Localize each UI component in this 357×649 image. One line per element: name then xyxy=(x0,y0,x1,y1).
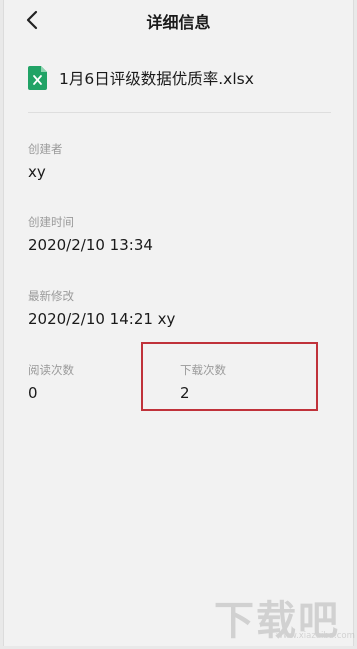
detail-page: 详细信息 1月6日评级数据优质率.xlsx 创建者 xy 创建时间 2020/2… xyxy=(3,0,354,646)
divider xyxy=(28,112,331,113)
page-title: 详细信息 xyxy=(146,13,211,32)
created-time-label: 创建时间 xyxy=(28,215,74,229)
creator-label: 创建者 xyxy=(28,142,63,156)
file-name: 1月6日评级数据优质率.xlsx xyxy=(59,70,254,88)
watermark-url: www.xiazaiba.com xyxy=(276,631,355,641)
read-count-label: 阅读次数 xyxy=(28,363,74,377)
last-modified-label: 最新修改 xyxy=(28,289,74,303)
header-bar: 详细信息 xyxy=(4,0,353,40)
last-modified-value: 2020/2/10 14:21 xy xyxy=(28,310,176,328)
created-time-value: 2020/2/10 13:34 xyxy=(28,236,153,254)
highlight-annotation xyxy=(141,342,318,411)
file-row: 1月6日评级数据优质率.xlsx xyxy=(28,65,254,91)
excel-file-icon xyxy=(28,66,47,90)
watermark: 下载吧 www.xiazaiba.com xyxy=(214,588,355,644)
creator-value: xy xyxy=(28,163,46,181)
read-count-value: 0 xyxy=(28,384,38,402)
